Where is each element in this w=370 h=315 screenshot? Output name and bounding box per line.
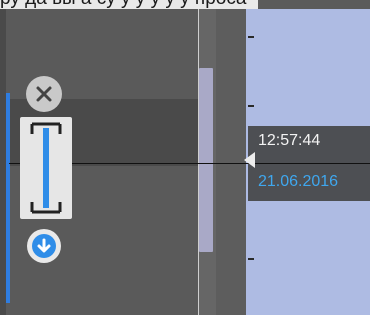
range-bracket-icon [20,117,72,219]
close-icon [36,86,52,102]
download-button[interactable] [27,229,61,263]
scale-tick [248,258,254,260]
left-range-indicator [6,93,10,303]
arrow-down-icon [32,234,56,258]
timeline-strip [216,9,246,315]
scrollbar-thumb[interactable] [199,68,213,252]
current-date-label: 21.06.2016 [258,173,339,190]
range-select-button[interactable] [19,116,73,220]
time-pointer-arrow [244,152,255,168]
close-button[interactable] [26,76,62,112]
scale-tick [248,36,254,38]
scale-tick [248,105,254,107]
top-cropped-text: ру да ьы а су у у у у у проса [0,0,258,9]
column-divider [198,9,199,315]
current-time-label: 12:57:44 [258,132,321,149]
